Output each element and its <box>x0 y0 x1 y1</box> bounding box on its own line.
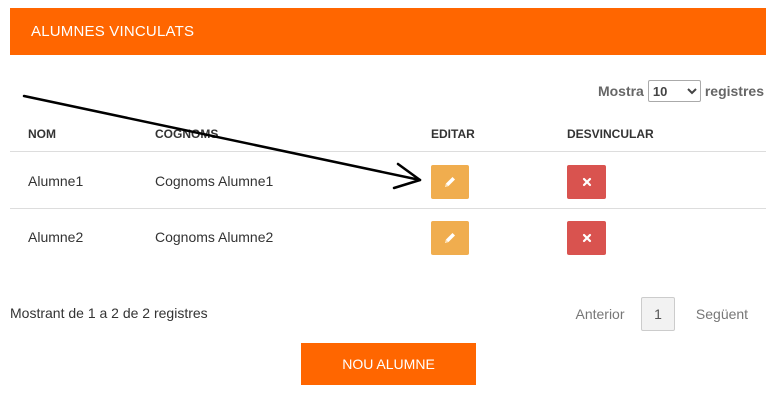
cell-surnames: Cognoms Alumne2 <box>155 229 274 245</box>
column-header-surnames[interactable]: COGNOMS <box>155 127 218 141</box>
page-length-suffix: registres <box>704 83 764 99</box>
unlink-button[interactable] <box>567 221 606 255</box>
unlink-button[interactable] <box>567 165 606 199</box>
edit-button[interactable] <box>431 221 469 255</box>
pagination-page-1[interactable]: 1 <box>641 297 675 331</box>
column-header-edit: EDITAR <box>431 127 475 141</box>
table-row: Alumne1 Cognoms Alumne1 <box>10 153 766 208</box>
pagination-next[interactable]: Següent <box>686 297 758 331</box>
header-divider <box>10 151 766 152</box>
panel-header: ALUMNES VINCULATS <box>10 8 766 55</box>
table-row: Alumne2 Cognoms Alumne2 <box>10 209 766 264</box>
column-header-name[interactable]: NOM <box>28 127 56 141</box>
cell-name: Alumne1 <box>28 173 84 189</box>
page-length-select[interactable]: 10 <box>647 80 701 102</box>
pencil-icon <box>445 233 455 243</box>
column-header-unlink: DESVINCULAR <box>567 127 654 141</box>
cell-name: Alumne2 <box>28 229 84 245</box>
close-icon <box>582 177 591 187</box>
edit-button[interactable] <box>431 165 469 199</box>
panel-title: ALUMNES VINCULATS <box>31 23 195 40</box>
page-length-control: Mostra 10 registres <box>598 80 764 102</box>
page-length-prefix: Mostra <box>597 83 644 99</box>
pencil-icon <box>445 177 455 187</box>
pagination-previous[interactable]: Anterior <box>568 297 632 331</box>
new-student-button[interactable]: NOU ALUMNE <box>301 343 476 385</box>
cell-surnames: Cognoms Alumne1 <box>155 173 274 189</box>
close-icon <box>582 233 591 243</box>
table-info: Mostrant de 1 a 2 de 2 registres <box>10 305 208 321</box>
